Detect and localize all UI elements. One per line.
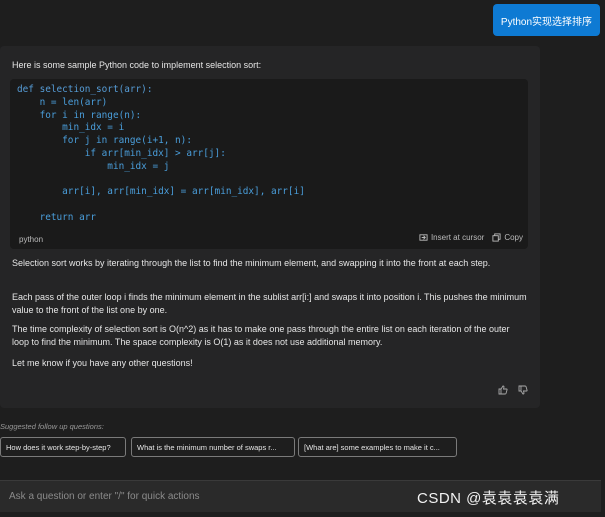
watermark: CSDN @袁袁袁袁满 bbox=[417, 490, 560, 507]
code-line: min_idx = j bbox=[17, 160, 170, 172]
user-message-bubble: Python实现选择排序 bbox=[493, 4, 600, 36]
code-line: for j in range(i+1, n): bbox=[17, 135, 192, 147]
code-line: if arr[min_idx] > arr[j]: bbox=[17, 147, 226, 159]
suggestions-label: Suggested follow up questions: bbox=[0, 422, 104, 431]
chat-input-placeholder: Ask a question or enter "/" for quick ac… bbox=[9, 491, 200, 502]
feedback-rating bbox=[498, 385, 528, 395]
thumbs-down-icon[interactable] bbox=[518, 385, 528, 395]
copy-button[interactable]: Copy bbox=[492, 233, 523, 242]
answer-intro: Here is some sample Python code to imple… bbox=[12, 60, 262, 70]
answer-paragraph: Selection sort works by iterating throug… bbox=[12, 258, 491, 268]
code-line: min_idx = i bbox=[17, 122, 125, 134]
code-line: arr[i], arr[min_idx] = arr[min_idx], arr… bbox=[17, 186, 305, 198]
code-line: return arr bbox=[17, 211, 97, 223]
copy-label: Copy bbox=[504, 233, 523, 242]
code-line: for i in range(n): bbox=[17, 109, 142, 121]
code-actions: Insert at cursor Copy bbox=[419, 233, 523, 242]
suggestion-chip[interactable]: What is the minimum number of swaps r... bbox=[131, 437, 295, 457]
answer-paragraph: Each pass of the outer loop i finds the … bbox=[12, 292, 527, 315]
insert-at-cursor-button[interactable]: Insert at cursor bbox=[419, 233, 484, 242]
code-line: n = len(arr) bbox=[17, 96, 108, 108]
code-content: def selection_sort(arr): n = len(arr) fo… bbox=[17, 84, 305, 225]
suggestion-chip[interactable]: How does it work step-by-step? bbox=[0, 437, 126, 457]
copy-icon bbox=[492, 233, 501, 242]
insert-icon bbox=[419, 234, 428, 241]
thumbs-up-icon[interactable] bbox=[498, 385, 508, 395]
suggestion-chip[interactable]: [What are] some examples to make it c... bbox=[298, 437, 457, 457]
insert-at-cursor-label: Insert at cursor bbox=[430, 233, 485, 242]
answer-paragraph: Let me know if you have any other questi… bbox=[12, 358, 193, 368]
code-language-label: python bbox=[19, 235, 44, 244]
answer-paragraph: The time complexity of selection sort is… bbox=[12, 324, 510, 347]
code-line: def selection_sort(arr): bbox=[17, 84, 153, 95]
